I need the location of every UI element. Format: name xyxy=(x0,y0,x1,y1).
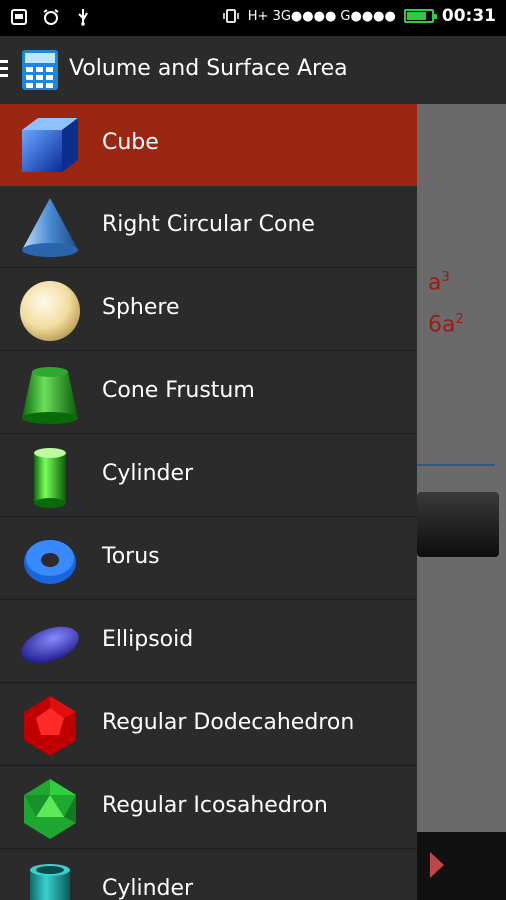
drawer-item-label: Sphere xyxy=(102,295,180,320)
navigation-drawer: Cube Right Circular Cone Sphere Cone Fru… xyxy=(0,104,417,900)
cube-icon xyxy=(22,118,78,172)
drawer-item-cube[interactable]: Cube xyxy=(0,104,417,186)
drawer-item-label: Regular Dodecahedron xyxy=(102,710,355,735)
drawer-item-label: Regular Icosahedron xyxy=(102,793,328,818)
app-logo-icon[interactable] xyxy=(22,50,58,90)
drawer-item-label: Cone Frustum xyxy=(102,378,255,403)
drawer-item-sphere[interactable]: Sphere xyxy=(0,269,417,351)
drawer-item-cone-frustum[interactable]: Cone Frustum xyxy=(0,352,417,434)
sphere-icon xyxy=(20,281,80,341)
cone-frustum-icon xyxy=(22,367,78,424)
usb-icon xyxy=(78,9,88,26)
alarm-icon xyxy=(43,9,59,25)
drawer-item-label: Cylinder xyxy=(102,876,194,900)
drawer-item-label: Cylinder xyxy=(102,461,194,486)
volume-formula: a3 xyxy=(428,270,450,296)
drawer-item-label: Right Circular Cone xyxy=(102,212,315,237)
drawer-item-regular-dodecahedron[interactable]: Regular Dodecahedron xyxy=(0,684,417,766)
torus-icon xyxy=(24,540,76,584)
cylinder-icon xyxy=(34,448,66,508)
surface-area-formula: 6a2 xyxy=(428,312,464,338)
notification-icon xyxy=(11,9,27,25)
drawer-item-torus[interactable]: Torus xyxy=(0,518,417,600)
status-time: 00:31 xyxy=(441,6,496,26)
ellipsoid-icon xyxy=(21,626,79,664)
app-title: Volume and Surface Area xyxy=(69,56,348,81)
drawer-item-label: Torus xyxy=(102,544,160,569)
calculate-button[interactable] xyxy=(417,492,499,557)
input-underline xyxy=(417,464,495,466)
hollow-cylinder-icon xyxy=(30,864,70,900)
play-store-icon xyxy=(430,852,444,878)
drawer-item-ellipsoid[interactable]: Ellipsoid xyxy=(0,601,417,683)
cone-icon xyxy=(22,198,78,257)
icosahedron-icon xyxy=(24,779,76,839)
dodecahedron-icon xyxy=(24,696,76,756)
network-indicators: H+ 3G●●●● G●●●● xyxy=(247,8,396,24)
status-bar: H+ 3G●●●● G●●●● 00:31 xyxy=(0,0,506,36)
app-bar: Volume and Surface Area xyxy=(0,36,506,104)
drawer-item-label: Cube xyxy=(102,130,159,155)
drawer-item-cylinder[interactable]: Cylinder xyxy=(0,435,417,517)
drawer-item-label: Ellipsoid xyxy=(102,627,194,652)
drawer-item-regular-icosahedron[interactable]: Regular Icosahedron xyxy=(0,767,417,849)
drawer-item-cylinder-hollow[interactable]: Cylinder xyxy=(0,850,417,900)
drawer-item-cone[interactable]: Right Circular Cone xyxy=(0,186,417,268)
menu-icon[interactable] xyxy=(0,60,8,80)
vibrate-icon xyxy=(223,9,239,23)
battery-icon xyxy=(403,9,437,23)
